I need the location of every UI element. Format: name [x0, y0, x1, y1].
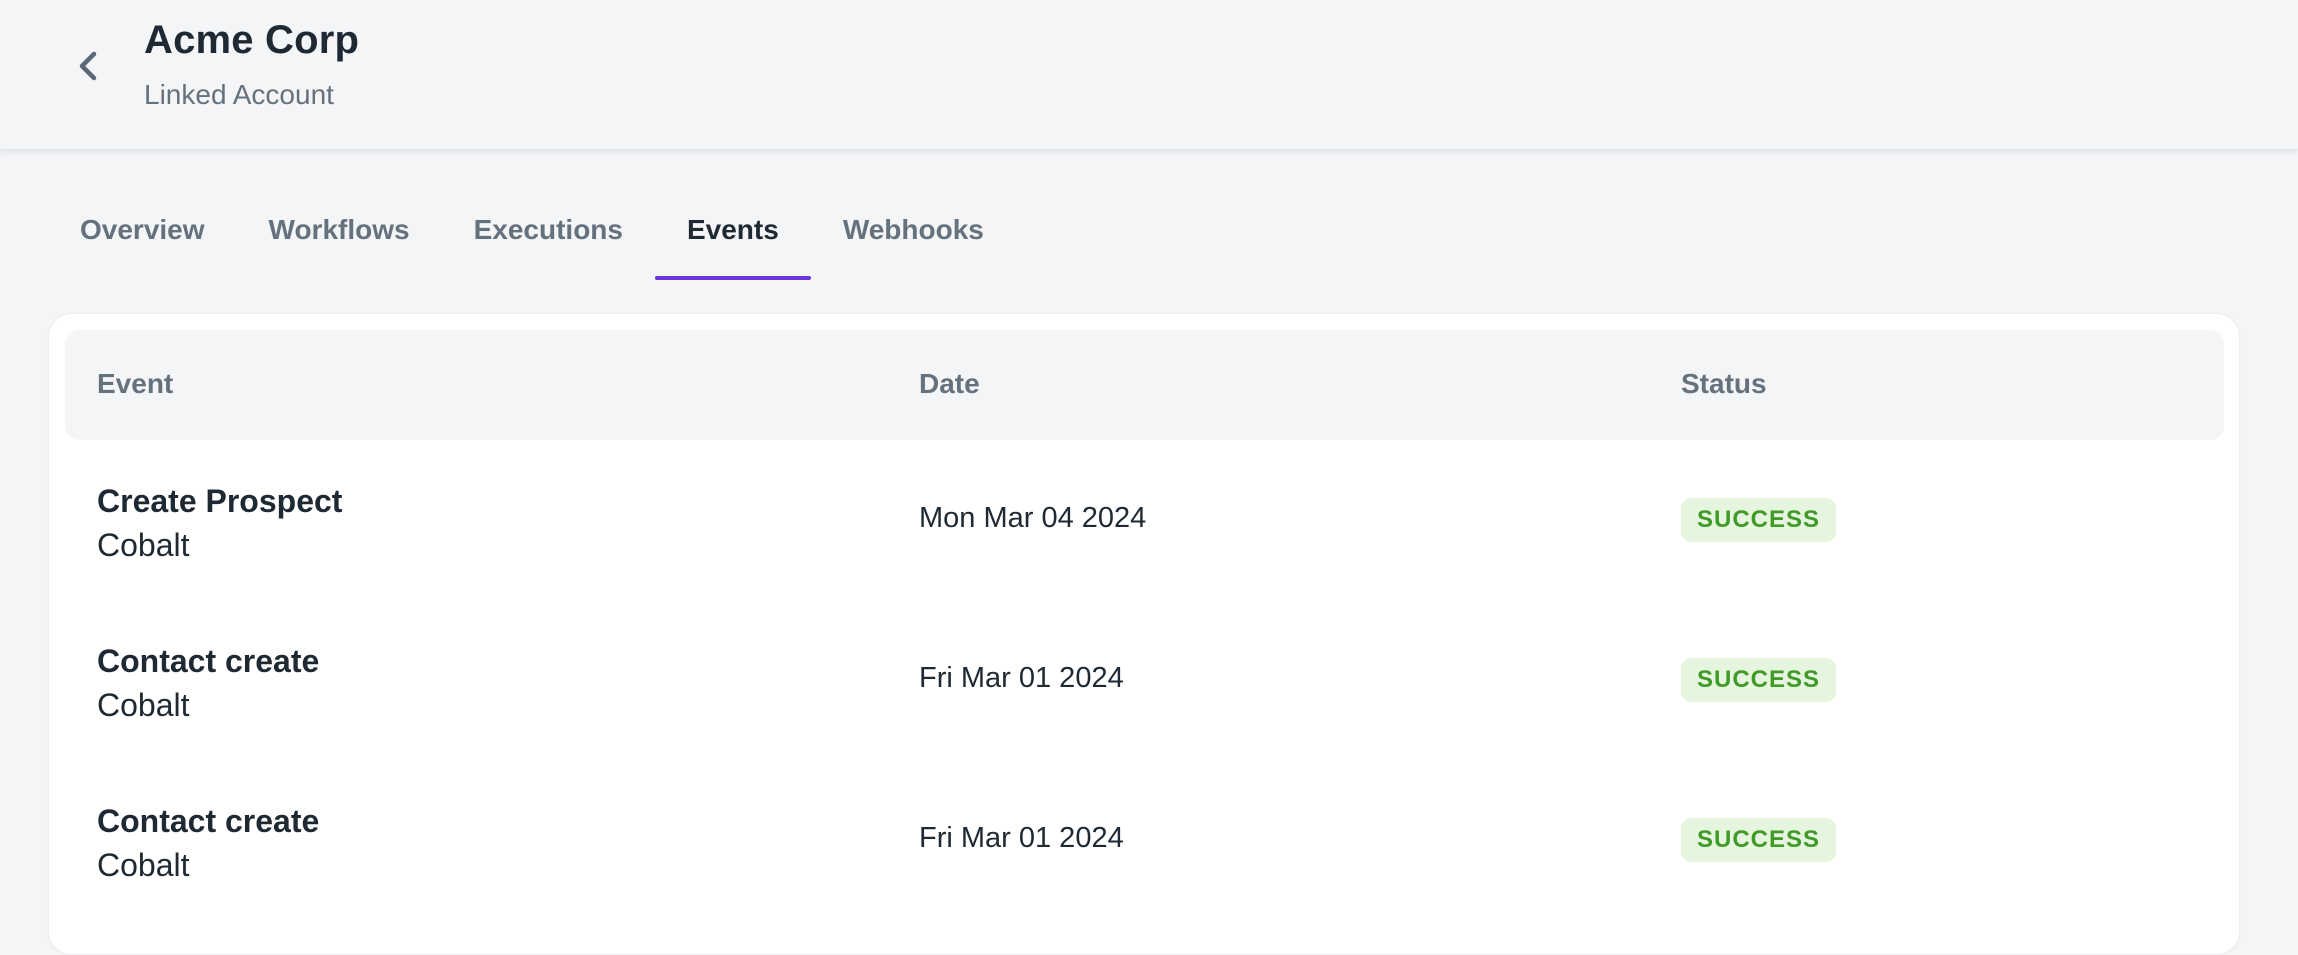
event-cell: Create Prospect Cobalt: [97, 480, 342, 568]
page-subtitle: Linked Account: [144, 79, 334, 110]
column-header-event: Event: [97, 368, 174, 399]
page-header: Acme Corp Linked Account: [0, 0, 2298, 150]
event-date: Fri Mar 01 2024: [919, 662, 1124, 694]
table-row[interactable]: Create Prospect Cobalt Mon Mar 04 2024 S…: [49, 440, 2239, 600]
event-date: Mon Mar 04 2024: [919, 502, 1147, 534]
event-cell: Contact create Cobalt: [97, 800, 319, 888]
event-date: Fri Mar 01 2024: [919, 822, 1124, 854]
event-name: Contact create: [97, 803, 320, 839]
tab-overview[interactable]: Overview: [48, 200, 237, 280]
event-name: Create Prospect: [97, 483, 343, 519]
chevron-left-icon: [79, 51, 97, 81]
column-header-date: Date: [919, 368, 980, 399]
event-source: Cobalt: [97, 687, 190, 723]
status-badge: SUCCESS: [1681, 818, 1837, 862]
event-cell: Contact create Cobalt: [97, 640, 319, 728]
status-badge: SUCCESS: [1681, 658, 1837, 702]
tab-executions[interactable]: Executions: [442, 200, 655, 280]
tab-bar: Overview Workflows Executions Events Web…: [48, 200, 1016, 280]
events-table-card: Event Date Status Create Prospect Cobalt…: [48, 313, 2240, 955]
tab-workflows[interactable]: Workflows: [237, 200, 442, 280]
table-row[interactable]: Contact create Cobalt Fri Mar 01 2024 SU…: [49, 760, 2239, 920]
column-header-status: Status: [1681, 368, 1767, 399]
tab-webhooks[interactable]: Webhooks: [811, 200, 1016, 280]
table-header: Event Date Status: [65, 330, 2224, 440]
status-badge: SUCCESS: [1681, 498, 1837, 542]
event-source: Cobalt: [97, 847, 190, 883]
page-title: Acme Corp: [144, 18, 360, 62]
table-row[interactable]: Contact create Cobalt Fri Mar 01 2024 SU…: [49, 600, 2239, 760]
tab-events[interactable]: Events: [654, 200, 811, 280]
event-source: Cobalt: [97, 527, 190, 563]
event-name: Contact create: [97, 643, 320, 679]
back-button[interactable]: [66, 44, 110, 88]
